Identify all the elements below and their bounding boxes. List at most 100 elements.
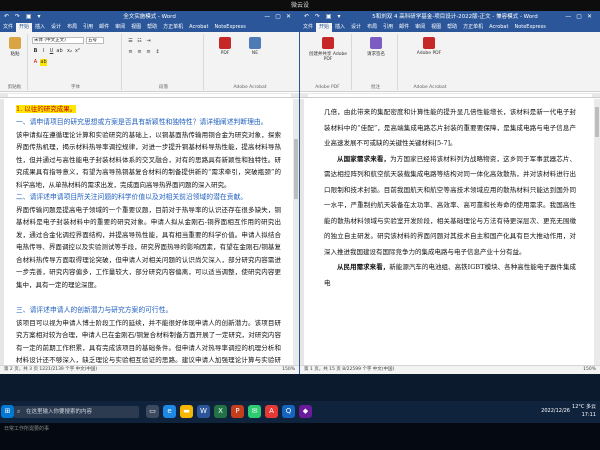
highlight-button[interactable]: ab bbox=[40, 59, 47, 66]
underline-button[interactable]: U bbox=[48, 48, 55, 55]
ribbon-tab[interactable]: 帮助 bbox=[144, 23, 160, 32]
right-title-bar: ↶ ↷ ▣ ▾ 5和刘双 4 高科研学基金-项目设计-2022版-正文 - 兼容… bbox=[300, 11, 600, 23]
bullets-button[interactable]: ☰ bbox=[127, 38, 134, 45]
ribbon-tab[interactable]: 视图 bbox=[428, 23, 444, 32]
ribbon-tab[interactable]: 视图 bbox=[128, 23, 144, 32]
quick-access-toolbar[interactable]: ↶ ↷ ▣ ▾ bbox=[304, 11, 342, 23]
noteexpress-button[interactable]: NE bbox=[242, 36, 268, 66]
status-page-info: 第 1 页，共 15 页 8/22599 个字 中文(中国) bbox=[304, 367, 395, 372]
vertical-scrollbar[interactable] bbox=[594, 99, 600, 365]
question-heading-3: 三、请评述申请人的创新潜力与研究方案的可行性。 bbox=[16, 305, 173, 314]
app-icon[interactable]: ◆ bbox=[299, 405, 312, 418]
ribbon-tab[interactable]: 设计 bbox=[48, 23, 64, 32]
italic-button[interactable]: I bbox=[40, 48, 47, 55]
question-heading-2: 二、请评述申请项目所关注问题的科学价值以及对相关前沿领域的潜在贡献。 bbox=[16, 192, 248, 201]
font-size-select[interactable]: 五号 bbox=[86, 37, 104, 44]
question-heading-1: 一、请申请项目的研究思想或方案是否具有新颖性和独特性？请详细阐述判断理由。 bbox=[16, 117, 268, 126]
excel-icon[interactable]: X bbox=[214, 405, 227, 418]
ribbon-tab[interactable]: 布局 bbox=[364, 23, 380, 32]
task-view-icon[interactable]: ▭ bbox=[146, 405, 159, 418]
numbering-button[interactable]: ☷ bbox=[136, 38, 143, 45]
paste-button[interactable]: 粘贴 bbox=[6, 36, 24, 66]
noteexpress-icon bbox=[249, 37, 261, 49]
word-icon[interactable]: W bbox=[197, 405, 210, 418]
weather-text: 12°C 多云 bbox=[572, 404, 596, 410]
ribbon-tab[interactable]: 布局 bbox=[64, 23, 80, 32]
edge-icon[interactable]: e bbox=[163, 405, 176, 418]
create-share-pdf-button[interactable]: 创建并共享 Adobe PDF bbox=[308, 36, 348, 66]
bold-button[interactable]: B bbox=[32, 48, 39, 55]
clipboard-group-label: 剪贴板 bbox=[7, 85, 22, 90]
ribbon-tab[interactable]: 邮件 bbox=[96, 23, 112, 32]
horizontal-ruler[interactable] bbox=[0, 93, 299, 98]
ribbon-tab[interactable]: 引用 bbox=[80, 23, 96, 32]
font-group-label: 字体 bbox=[71, 85, 80, 90]
align-left-button[interactable]: ≡ bbox=[127, 49, 134, 56]
ribbon-tab[interactable]: 帮助 bbox=[444, 23, 460, 32]
superscript-button[interactable]: x² bbox=[74, 48, 81, 55]
ribbon-tab[interactable]: 审阅 bbox=[112, 23, 128, 32]
ribbon-tab[interactable]: 审阅 bbox=[412, 23, 428, 32]
ribbon-tab[interactable]: 插入 bbox=[332, 23, 348, 32]
pdf-icon bbox=[322, 37, 334, 49]
ribbon-tab[interactable]: 邮件 bbox=[396, 23, 412, 32]
window-controls[interactable]: —▢✕ bbox=[565, 11, 597, 23]
pdf-icon bbox=[219, 37, 231, 49]
search-placeholder: 在这里输入你要搜索的内容 bbox=[26, 409, 93, 415]
document-area: 几倍，由此带来的集配密度和计算性能的提升显几倍性能增长，该材料是新一代电子封装材… bbox=[300, 99, 600, 365]
pdf-app-icon[interactable]: A bbox=[265, 405, 278, 418]
wechat-icon[interactable]: ✉ bbox=[248, 405, 261, 418]
ribbon-tab[interactable]: 方正单机 bbox=[160, 23, 186, 32]
start-icon[interactable]: ⊞ bbox=[1, 405, 14, 418]
ribbon-tab[interactable]: 文件 bbox=[300, 23, 316, 32]
ribbon-tab[interactable]: 设计 bbox=[348, 23, 364, 32]
ribbon-tab[interactable]: 引用 bbox=[380, 23, 396, 32]
subscript-button[interactable]: x₂ bbox=[66, 48, 73, 55]
create-pdf-button[interactable]: PDF bbox=[212, 36, 238, 66]
taskbar-region: ⊞ ⌕ 在这里输入你要搜索的内容 ▭ e ▬ W X P ✉ A Q ◆ 12°… bbox=[0, 374, 600, 450]
document-area: 1. 以往的研究成果。 一、请申请项目的研究思想或方案是否具有新颖性和独特性？请… bbox=[0, 99, 299, 365]
ribbon-tab[interactable]: 方正单机 bbox=[460, 23, 486, 32]
status-page-info: 第 2 页，共 3 页 1221/2139 个字 中文(中国) bbox=[4, 367, 98, 372]
indent-button[interactable]: ⇥ bbox=[145, 38, 152, 45]
horizontal-ruler[interactable] bbox=[300, 93, 600, 98]
powerpoint-icon[interactable]: P bbox=[231, 405, 244, 418]
body-paragraph-2: 从民用需求来看，新能源汽车的电池组、高铁IGBT模块、各种高性能电子器件集成电 bbox=[324, 263, 576, 287]
bottom-strip: 日常工作所需要的事 bbox=[0, 423, 600, 450]
answer-paragraph-1: 该申请拟在遵循理论计算和实验研究的基础上，以铜基面热传输用铜合金为研究对象，探索… bbox=[16, 130, 281, 189]
body-paragraph-1: 从国家需求来看，为方国家已经将该材料列为战略物资，这乡同于军事武器芯片、需达相控… bbox=[324, 154, 577, 256]
justify-button[interactable]: ≡ bbox=[145, 49, 152, 56]
clock[interactable]: 12°C 多云 17:11 bbox=[572, 403, 596, 419]
paragraph-group: ☰ ☷ ⇥ ≡ ≡ ≡ ↕ 段落 bbox=[124, 34, 204, 90]
paragraph-group-label: 段落 bbox=[159, 85, 168, 90]
ribbon-tab[interactable]: NoteExpress bbox=[211, 23, 248, 32]
signature-icon bbox=[370, 37, 382, 49]
window-controls[interactable]: —▢✕ bbox=[264, 11, 296, 23]
qq-icon[interactable]: Q bbox=[282, 405, 295, 418]
status-bar: 第 1 页，共 15 页 8/22599 个字 中文(中国) 150% bbox=[300, 365, 600, 374]
ribbon-tab[interactable]: Acrobat bbox=[186, 23, 211, 32]
ribbon-tab[interactable]: Acrobat bbox=[486, 23, 511, 32]
acrobat-pdf-button[interactable]: Adobe PDF bbox=[404, 36, 454, 66]
request-signature-button[interactable]: 请求签名 bbox=[358, 36, 394, 66]
ribbon-tab[interactable]: 开始 bbox=[316, 23, 333, 32]
line-spacing-button[interactable]: ↕ bbox=[154, 49, 161, 56]
strikethrough-button[interactable]: ab bbox=[56, 48, 63, 55]
document-page[interactable]: 几倍，由此带来的集配密度和计算性能的提升显几倍性能增长，该材料是新一代电子封装材… bbox=[304, 99, 594, 365]
acrobat-group: Adobe PDF Adobe Acrobat bbox=[400, 34, 460, 90]
ribbon-tab[interactable]: 文件 bbox=[0, 23, 16, 32]
align-center-button[interactable]: ≡ bbox=[136, 49, 143, 56]
ribbon-tab[interactable]: 插入 bbox=[32, 23, 48, 32]
zoom-level[interactable]: 150% bbox=[583, 366, 596, 374]
font-name-select[interactable]: 宋体 (中文正文) bbox=[32, 37, 84, 44]
adobe-pdf-group-label: Adobe PDF bbox=[315, 85, 340, 90]
taskbar-search[interactable]: ⌕ 在这里输入你要搜索的内容 bbox=[14, 406, 139, 418]
zoom-level[interactable]: 150% bbox=[282, 366, 295, 374]
file-explorer-icon[interactable]: ▬ bbox=[180, 405, 193, 418]
ribbon-tab[interactable]: NoteExpress bbox=[511, 23, 548, 32]
document-page[interactable]: 1. 以往的研究成果。 一、请申请项目的研究思想或方案是否具有新颖性和独特性？请… bbox=[4, 99, 293, 365]
ribbon-tab[interactable]: 开始 bbox=[16, 23, 33, 32]
font-color-button[interactable]: A bbox=[32, 59, 39, 66]
answer-paragraph-2: 界面传输问题是提高电子领域的一个重要议题，目前对于热导率的认识还存在很多缺失，铜… bbox=[16, 205, 281, 289]
screen: 微云设 ↶ ↷ ▣ ▾ 全文实施模式 - Word —▢✕ 文件 开始 插入 设计 布局… bbox=[0, 0, 600, 450]
